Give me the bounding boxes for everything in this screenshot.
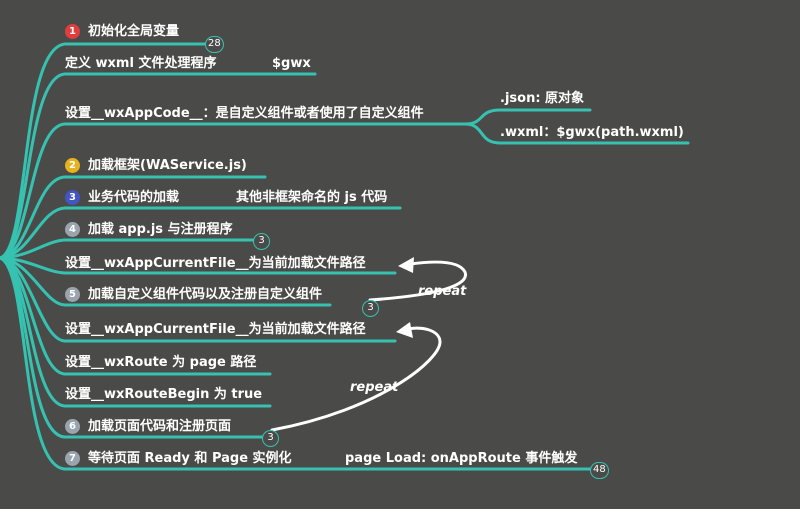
node-other-js-code: 其他非框架命名的 js 代码 — [236, 190, 388, 205]
node-step-4-count-badge: 3 — [253, 233, 270, 250]
step-1-marker: 1 — [65, 24, 80, 39]
node-page-load-event: page Load: onAppRoute 事件触发 — [345, 451, 578, 466]
node-step-7-label: 等待页面 Ready 和 Page 实例化 — [88, 451, 292, 466]
branch-n1a — [0, 72, 67, 260]
node-json-original: .json: 原对象 — [500, 91, 585, 106]
node-step-1: 1 初始化全局变量 — [65, 24, 179, 40]
node-set-current-file-1: 设置__wxAppCurrentFile__为当前加载文件路径 — [65, 256, 366, 271]
node-step-7: 7 等待页面 Ready 和 Page 实例化 — [65, 451, 292, 467]
node-wxml-gwx: .wxml：$gwx(path.wxml) — [500, 125, 684, 140]
repeat-label-2: repeat — [350, 380, 399, 395]
node-set-wxappcode: 设置__wxAppCode__：是自定义组件或者使用了自定义组件 — [65, 106, 424, 121]
branch-n1b1 — [463, 108, 592, 126]
node-set-current-file-2: 设置__wxAppCurrentFile__为当前加载文件路径 — [65, 322, 366, 337]
node-step-2-label: 加载框架(WAService.js) — [88, 158, 247, 173]
repeat-arrowhead-1 — [398, 257, 414, 273]
mindmap-canvas: 1 初始化全局变量 28 定义 wxml 文件处理程序 $gwx 设置__wxAp… — [0, 0, 800, 509]
node-step-5-count-badge: 3 — [362, 300, 379, 317]
step-3-marker: 3 — [65, 190, 80, 205]
node-step-6-label: 加载页面代码和注册页面 — [88, 419, 232, 434]
node-define-wxml-handler: 定义 wxml 文件处理程序 — [65, 56, 216, 72]
node-set-wxroute: 设置__wxRoute 为 page 路径 — [65, 355, 257, 370]
branch-n5b — [0, 256, 67, 376]
node-step-1-label: 初始化全局变量 — [88, 24, 180, 39]
node-step-6: 6 加载页面代码和注册页面 — [65, 419, 231, 435]
node-step-3-label: 业务代码的加载 — [88, 190, 180, 205]
node-gwx: $gwx — [272, 56, 311, 71]
node-step-7-count-badge: 48 — [590, 462, 609, 479]
node-step-4: 4 加载 app.js 与注册程序 — [65, 222, 233, 238]
node-step-6-count-badge: 3 — [262, 430, 279, 447]
step-5-marker: 5 — [65, 287, 80, 302]
node-step-4-label: 加载 app.js 与注册程序 — [88, 222, 233, 237]
node-step-3: 3 业务代码的加载 — [65, 190, 179, 206]
step-2-marker: 2 — [65, 158, 80, 173]
repeat-label-1: repeat — [418, 284, 467, 299]
step-4-marker: 4 — [65, 222, 80, 237]
node-step-1-count-badge: 28 — [205, 36, 224, 53]
repeat-arrowhead-2 — [396, 322, 413, 338]
step-6-marker: 6 — [65, 419, 80, 434]
step-7-marker: 7 — [65, 451, 80, 466]
node-step-2: 2 加载框架(WAService.js) — [65, 158, 247, 174]
node-step-5-label: 加载自定义组件代码以及注册自定义组件 — [88, 287, 323, 302]
node-step-5: 5 加载自定义组件代码以及注册自定义组件 — [65, 287, 322, 303]
node-set-wxroutebegin: 设置__wxRouteBegin 为 true — [65, 387, 263, 402]
node-define-wxml-handler-label: 定义 wxml 文件处理程序 — [65, 56, 217, 71]
